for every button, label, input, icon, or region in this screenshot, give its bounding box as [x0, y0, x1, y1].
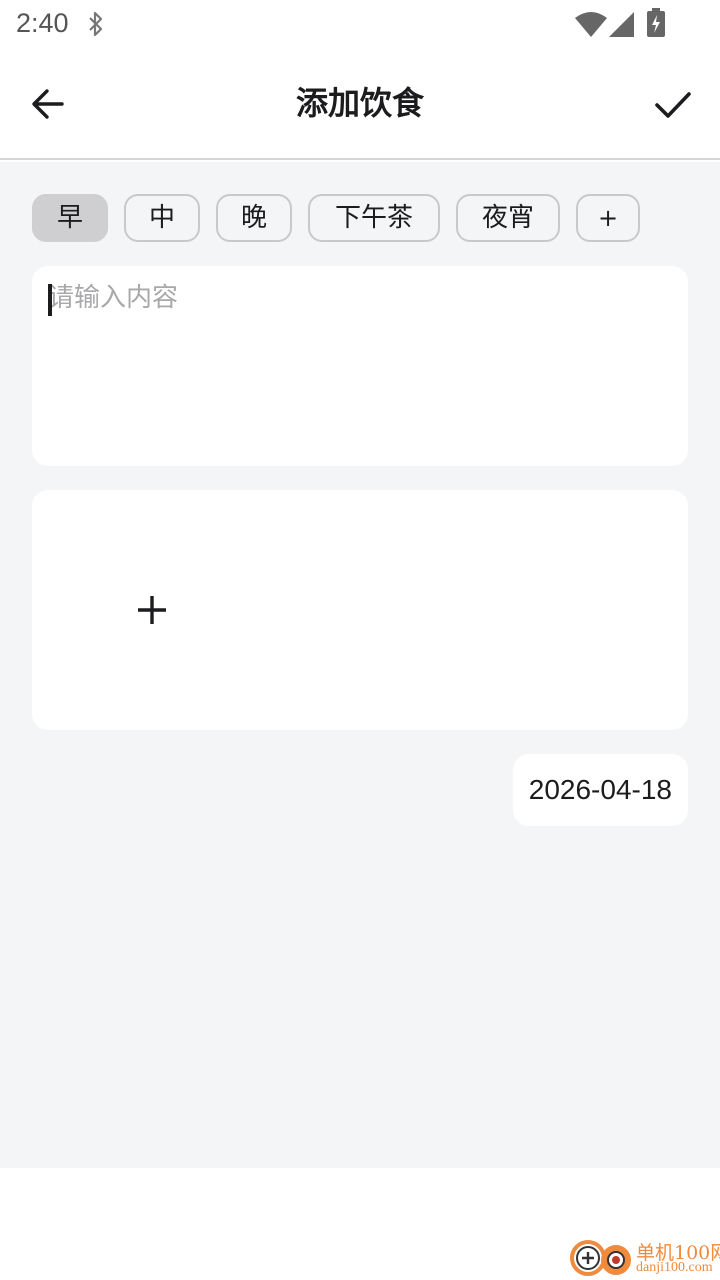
- page-title: 添加饮食: [295, 84, 424, 122]
- plus-icon: [138, 596, 166, 624]
- watermark: 单机100网 danji100.com: [570, 1234, 720, 1280]
- meal-chip-late-night-snack[interactable]: 夜宵: [456, 194, 560, 242]
- meal-chip-lunch[interactable]: 中: [124, 194, 200, 242]
- add-photo-button[interactable]: [72, 546, 232, 674]
- bluetooth-icon: [89, 11, 103, 37]
- date-picker-button[interactable]: 2026-04-18: [512, 754, 688, 826]
- wifi-icon: [575, 12, 607, 37]
- status-time: 2:40: [16, 8, 69, 38]
- check-icon: [655, 92, 691, 118]
- main-content: 早 中 晚 下午茶 夜宵 + 2026-04-18: [0, 162, 720, 1168]
- status-bar: 2:40: [0, 0, 720, 50]
- app-bar: 添加饮食: [0, 50, 720, 160]
- battery-charging-icon: [647, 8, 665, 37]
- watermark-logo-icon: [570, 1240, 631, 1276]
- arrow-left-icon: [32, 89, 64, 119]
- content-input[interactable]: [48, 280, 668, 450]
- text-caret: [48, 284, 52, 316]
- watermark-url: danji100.com: [636, 1260, 713, 1275]
- meal-type-chips: 早 中 晚 下午茶 夜宵 +: [32, 194, 640, 242]
- meal-chip-breakfast[interactable]: 早: [32, 194, 108, 242]
- meal-chip-afternoon-tea[interactable]: 下午茶: [308, 194, 440, 242]
- photo-card: [32, 490, 688, 730]
- add-meal-type-button[interactable]: +: [576, 194, 640, 242]
- back-button[interactable]: [24, 80, 72, 128]
- signal-icon: [609, 12, 634, 37]
- meal-chip-dinner[interactable]: 晚: [216, 194, 292, 242]
- content-input-card: [32, 266, 688, 466]
- confirm-button[interactable]: [648, 80, 698, 130]
